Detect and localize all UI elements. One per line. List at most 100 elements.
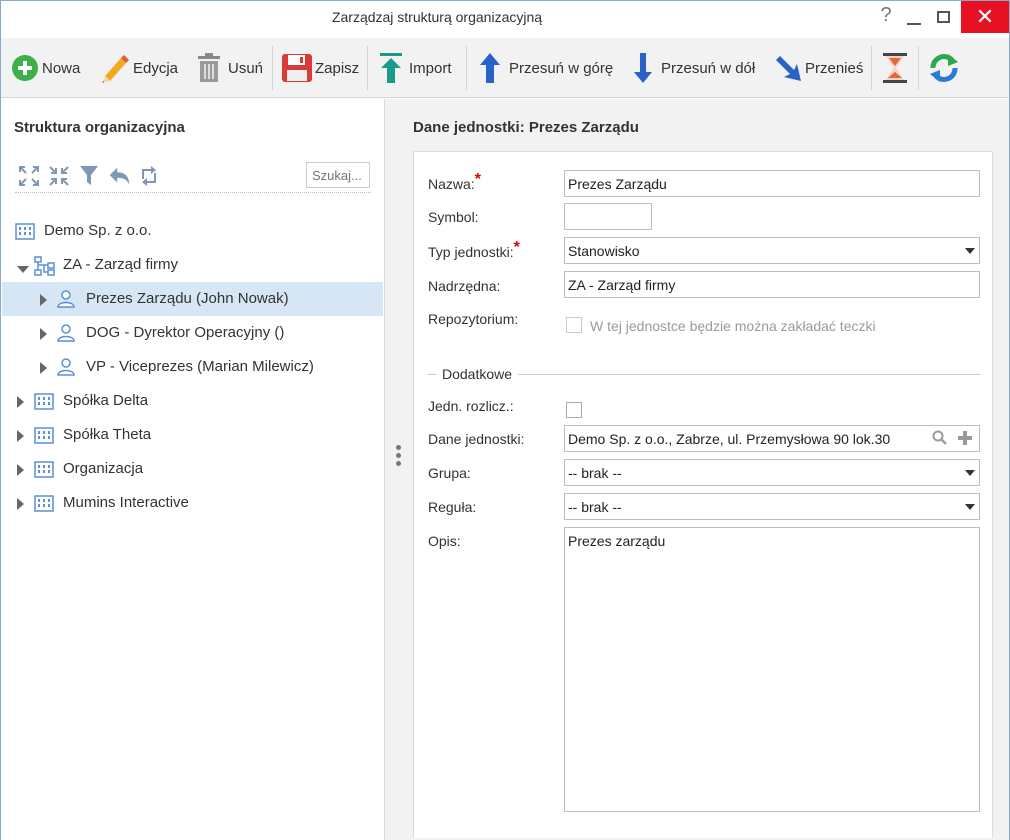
- building-icon: [34, 494, 54, 512]
- tree-item-label: DOG - Dyrektor Operacyjny (): [86, 324, 285, 341]
- details-panel: Dane jednostki: Prezes Zarządu Nazwa:* P…: [413, 99, 1009, 840]
- add-circle-icon: [12, 55, 38, 81]
- building-icon: [34, 460, 54, 478]
- parent-input[interactable]: ZA - Zarząd firmy: [564, 271, 980, 298]
- trash-icon: [198, 53, 220, 82]
- building-icon: [34, 426, 54, 444]
- caret-right-icon[interactable]: [17, 497, 27, 510]
- toolbar-separator: [367, 46, 368, 90]
- splitter-grip-icon: [396, 445, 402, 469]
- minimize-button[interactable]: [901, 1, 927, 33]
- unit-type-label: Typ jednostki:*: [428, 239, 520, 260]
- group-select[interactable]: -- brak --: [564, 459, 980, 486]
- tree-item-label: Spółka Delta: [63, 392, 149, 409]
- move-up-button[interactable]: Przesuń w górę: [479, 50, 613, 86]
- delete-button-label: Usuń: [228, 59, 264, 77]
- tree-toolbar: [15, 161, 371, 193]
- window-title: Zarządzaj strukturą organizacyjną: [331, 9, 543, 25]
- tree-row[interactable]: DOG - Dyrektor Operacyjny (): [2, 316, 383, 350]
- move-button[interactable]: Przenieś: [773, 50, 863, 86]
- caret-right-icon[interactable]: [40, 293, 50, 306]
- description-textarea[interactable]: Prezes zarządu: [564, 527, 980, 812]
- new-button-label: Nowa: [42, 59, 81, 77]
- repository-label: Repozytorium:: [428, 311, 519, 327]
- maximize-button[interactable]: [929, 1, 957, 33]
- edit-button-label: Edycja: [133, 59, 179, 77]
- building-icon: [15, 222, 35, 240]
- hourglass-icon: [883, 53, 907, 83]
- caret-right-icon[interactable]: [40, 327, 50, 340]
- tree-item-label: Spółka Theta: [63, 426, 152, 443]
- save-button[interactable]: Zapisz: [281, 50, 359, 86]
- undo-icon[interactable]: [107, 164, 131, 188]
- collapse-all-icon[interactable]: [47, 164, 71, 188]
- group-label: Grupa:: [428, 465, 471, 481]
- plus-icon[interactable]: [957, 430, 973, 449]
- minimize-icon: [907, 23, 921, 25]
- required-mark: *: [474, 171, 481, 188]
- repository-checkbox[interactable]: [566, 317, 582, 333]
- close-button[interactable]: ✕: [961, 1, 1009, 33]
- move-down-button-label: Przesuń w dół: [661, 59, 756, 77]
- person-icon: [57, 358, 77, 376]
- name-input[interactable]: Prezes Zarządu: [564, 170, 980, 197]
- help-button[interactable]: ?: [873, 0, 899, 31]
- tree-row[interactable]: Organizacja: [2, 452, 383, 486]
- billing-unit-checkbox[interactable]: [566, 402, 582, 418]
- tree-item-label: Mumins Interactive: [63, 494, 189, 511]
- org-chart-icon: [34, 256, 55, 276]
- unit-type-select[interactable]: Stanowisko: [564, 237, 980, 264]
- toolbar-separator: [466, 46, 467, 90]
- rule-select[interactable]: -- brak --: [564, 493, 980, 520]
- details-title: Dane jednostki: Prezes Zarządu: [413, 119, 639, 136]
- expand-all-icon[interactable]: [17, 164, 41, 188]
- filter-icon[interactable]: [77, 164, 101, 188]
- person-icon: [57, 290, 77, 308]
- search-icon[interactable]: [932, 430, 948, 449]
- tree-row[interactable]: Spółka Theta: [2, 418, 383, 452]
- tree-row[interactable]: Demo Sp. z o.o.: [2, 214, 383, 248]
- details-form: Nazwa:* Prezes Zarządu Symbol: Typ jedno…: [413, 151, 993, 838]
- caret-down-icon[interactable]: [17, 261, 29, 273]
- tree-row[interactable]: Mumins Interactive: [2, 486, 383, 520]
- caret-right-icon[interactable]: [17, 463, 27, 476]
- toolbar-separator: [918, 46, 919, 90]
- unit-data-label: Dane jednostki:: [428, 431, 525, 447]
- arrow-down-icon: [634, 53, 652, 83]
- save-button-label: Zapisz: [315, 59, 360, 77]
- panel-splitter[interactable]: [385, 99, 413, 840]
- tree-row[interactable]: ZA - Zarząd firmy: [2, 248, 383, 282]
- tree-item-label: Demo Sp. z o.o.: [44, 222, 152, 239]
- new-button[interactable]: Nowa: [11, 50, 80, 86]
- tree-item-label: ZA - Zarząd firmy: [63, 256, 179, 273]
- move-down-button[interactable]: Przesuń w dół: [633, 50, 755, 86]
- tree-row[interactable]: Spółka Delta: [2, 384, 383, 418]
- symbol-input[interactable]: [564, 203, 652, 230]
- toolbar: Nowa Edycja Usuń Zapisz Import Przesuń w…: [1, 38, 1009, 98]
- import-arrow-icon: [380, 53, 402, 83]
- chevron-down-icon: [965, 470, 975, 476]
- symbol-label: Symbol:: [428, 209, 479, 225]
- tree-row[interactable]: Prezes Zarządu (John Nowak): [2, 282, 383, 316]
- caret-right-icon[interactable]: [17, 429, 27, 442]
- tree-item-label: Organizacja: [63, 460, 144, 477]
- floppy-disk-icon: [282, 54, 312, 82]
- tree-search-input[interactable]: [306, 162, 370, 188]
- tree-row[interactable]: VP - Viceprezes (Marian Milewicz): [2, 350, 383, 384]
- caret-right-icon[interactable]: [40, 361, 50, 374]
- arrow-up-icon: [480, 53, 500, 83]
- title-bar: Zarządzaj strukturą organizacyjną ? ✕: [1, 1, 1009, 35]
- tree-panel-title: Struktura organizacyjna: [14, 119, 185, 136]
- refresh-icon: [930, 54, 958, 82]
- app-window: Zarządzaj strukturą organizacyjną ? ✕ No…: [0, 0, 1010, 840]
- delete-button[interactable]: Usuń: [196, 50, 263, 86]
- sync-icon[interactable]: [137, 164, 161, 188]
- caret-right-icon[interactable]: [17, 395, 27, 408]
- edit-button[interactable]: Edycja: [99, 50, 178, 86]
- tree-item-label: VP - Viceprezes (Marian Milewicz): [86, 358, 314, 375]
- hourglass-button[interactable]: [882, 50, 908, 86]
- unit-data-input[interactable]: Demo Sp. z o.o., Zabrze, ul. Przemysłowa…: [564, 425, 980, 452]
- import-button[interactable]: Import: [377, 50, 452, 86]
- arrow-diagonal-icon: [776, 56, 801, 81]
- refresh-button[interactable]: [928, 50, 960, 86]
